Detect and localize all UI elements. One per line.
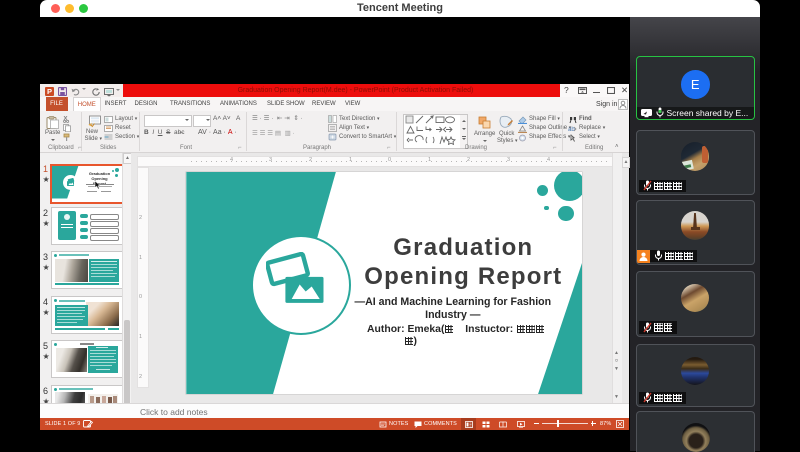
- svg-text:ab: ab: [568, 127, 575, 133]
- svg-text:P: P: [47, 87, 52, 96]
